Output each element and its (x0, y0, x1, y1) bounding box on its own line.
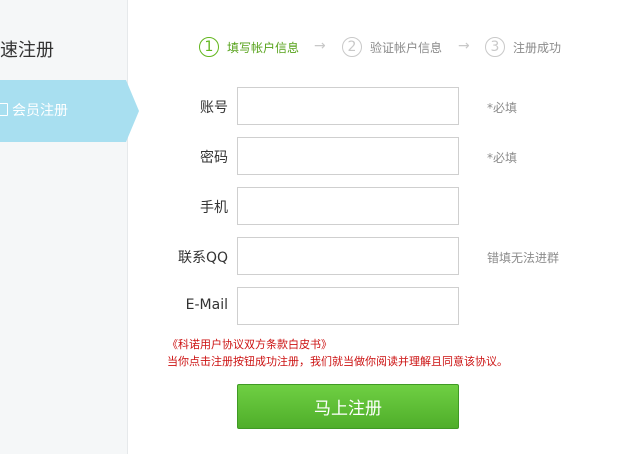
step-1-label: 填写帐户信息 (227, 40, 300, 55)
password-input[interactable] (237, 137, 459, 175)
agreement-link[interactable]: 《科诺用户协议双方条款白皮书》 (167, 338, 332, 351)
register-now-button[interactable]: 马上注册 (237, 384, 459, 429)
step-2-label: 验证帐户信息 (370, 40, 443, 55)
phone-label: 手机 (200, 200, 228, 216)
account-required-hint: *必填 (487, 101, 518, 115)
agreement-note: 当你点击注册按钮成功注册，我们就当做你阅读并理解且同意该协议。 (167, 355, 508, 368)
step-3-number: 3 (485, 37, 505, 57)
password-required-hint: *必填 (487, 151, 518, 165)
step-3: 3 注册成功 (485, 35, 561, 59)
qq-hint: 错填无法进群 (487, 251, 560, 265)
password-label: 密码 (200, 150, 228, 166)
step-1-number: 1 (199, 37, 219, 57)
sidebar-item-label: 会员注册 (12, 103, 68, 119)
account-input[interactable] (237, 87, 459, 125)
sidebar: 速注册 会员注册 (0, 0, 139, 454)
step-2: 2 验证帐户信息 (342, 35, 442, 59)
arrow-right-icon: → (314, 38, 326, 54)
qq-label: 联系QQ (177, 250, 228, 266)
step-3-label: 注册成功 (513, 40, 562, 55)
phone-input[interactable] (237, 187, 459, 225)
step-2-number: 2 (342, 37, 362, 57)
sidebar-item-member-register[interactable]: 会员注册 (0, 80, 139, 142)
email-input[interactable] (237, 287, 459, 325)
account-label: 账号 (200, 100, 228, 116)
step-1: 1 填写帐户信息 (199, 35, 299, 59)
arrow-right-icon: → (458, 38, 470, 54)
checkbox-icon (0, 103, 8, 116)
agreement-block: 《科诺用户协议双方条款白皮书》 当你点击注册按钮成功注册，我们就当做你阅读并理解… (167, 336, 508, 370)
email-label: E-Mail (185, 297, 228, 313)
qq-input[interactable] (237, 237, 459, 275)
sidebar-title: 速注册 (0, 40, 54, 61)
